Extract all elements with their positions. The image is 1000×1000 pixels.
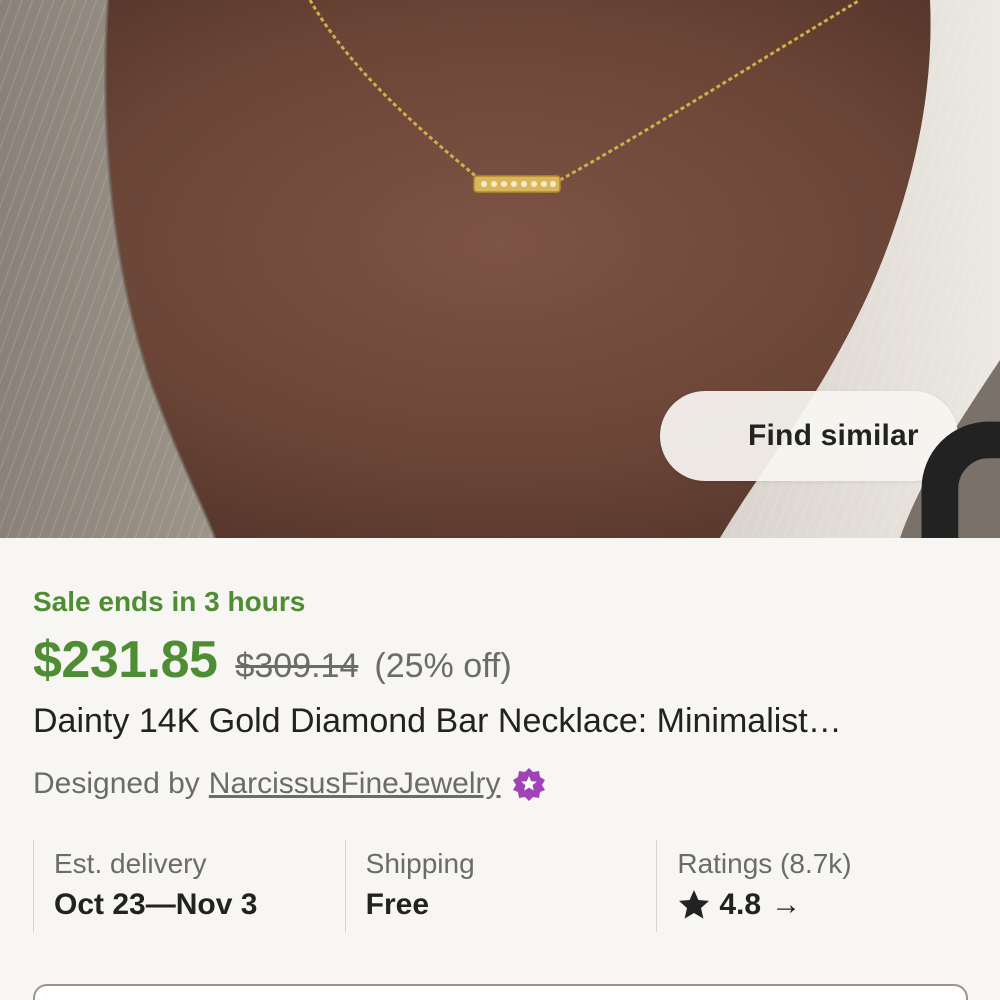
visual-search-icon — [690, 414, 1000, 538]
delivery-label: Est. delivery — [54, 848, 207, 879]
variation-select[interactable] — [33, 984, 968, 1000]
price-row: $231.85 $309.14 (25% off) — [33, 630, 512, 690]
ratings-value: 4.8 — [719, 888, 762, 921]
shop-name-link[interactable]: NarcissusFineJewelry — [209, 767, 501, 801]
discount-percent: (25% off) — [374, 647, 512, 685]
ratings-stat[interactable]: Ratings (8.7k) 4.8 → — [656, 840, 968, 932]
delivery-stat: Est. delivery Oct 23—Nov 3 — [33, 840, 345, 932]
ratings-value-row: 4.8 → — [677, 888, 968, 922]
shipping-label: Shipping — [365, 848, 475, 879]
sale-price: $231.85 — [33, 631, 218, 689]
listing-info: Sale ends in 3 hours $231.85 $309.14 (25… — [0, 538, 1000, 1000]
star-icon — [677, 888, 711, 922]
shipping-stat: Shipping Free — [344, 840, 657, 932]
listing-stats: Est. delivery Oct 23—Nov 3 Shipping Free… — [33, 840, 968, 932]
arrow-right-icon: → — [771, 888, 802, 921]
designed-by-label: Designed by — [33, 767, 200, 800]
listing-title[interactable]: Dainty 14K Gold Diamond Bar Necklace: Mi… — [33, 702, 968, 741]
original-price: $309.14 — [235, 647, 359, 685]
shipping-value: Free — [365, 888, 430, 921]
ratings-label: Ratings (8.7k) — [677, 848, 852, 879]
star-seller-badge-icon[interactable] — [511, 766, 547, 802]
sale-countdown: Sale ends in 3 hours — [33, 586, 306, 617]
find-similar-button[interactable]: Find similar — [660, 391, 1000, 538]
designed-by: Designed by NarcissusFineJewelry — [33, 766, 547, 802]
product-image[interactable]: Find similar — [0, 0, 1000, 538]
delivery-value: Oct 23—Nov 3 — [54, 888, 258, 921]
